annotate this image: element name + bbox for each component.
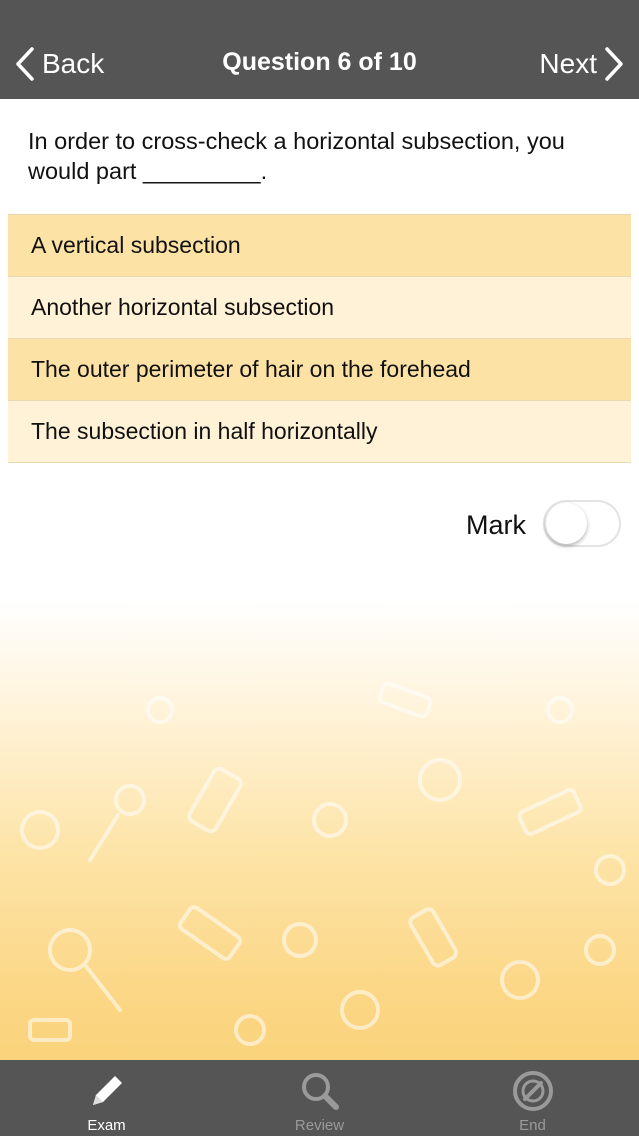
answer-label: The subsection in half horizontally bbox=[31, 418, 378, 444]
next-button[interactable]: Next bbox=[539, 44, 625, 84]
mark-label: Mark bbox=[466, 510, 526, 540]
magnifier-icon bbox=[301, 1073, 339, 1110]
tab-exam[interactable]: Exam bbox=[0, 1060, 213, 1136]
answer-label: The outer perimeter of hair on the foreh… bbox=[31, 356, 471, 382]
next-label: Next bbox=[539, 48, 597, 79]
tab-review[interactable]: Review bbox=[213, 1060, 426, 1136]
question-text: In order to cross-check a horizontal sub… bbox=[28, 128, 565, 184]
tab-label: Review bbox=[294, 1117, 345, 1134]
pencil-icon bbox=[92, 1076, 122, 1105]
answer-label: A vertical subsection bbox=[31, 232, 241, 258]
tab-end[interactable]: End bbox=[426, 1060, 639, 1136]
answer-list: A vertical subsection Another horizontal… bbox=[8, 214, 631, 463]
tab-label: Exam bbox=[87, 1117, 126, 1134]
beauty-tools-pattern bbox=[20, 681, 626, 1046]
end-icon bbox=[512, 1071, 553, 1111]
chevron-right-icon bbox=[605, 47, 623, 81]
answer-option[interactable]: Another horizontal subsection bbox=[8, 277, 631, 339]
answer-option[interactable]: The outer perimeter of hair on the foreh… bbox=[8, 339, 631, 401]
answer-option[interactable]: A vertical subsection bbox=[8, 215, 631, 277]
toggle-knob bbox=[546, 503, 587, 544]
navigation-bar: Back Question 6 of 10 Next bbox=[0, 0, 639, 99]
tab-label: End bbox=[519, 1117, 546, 1134]
tab-bar: Exam Review End bbox=[0, 1060, 639, 1136]
mark-toggle[interactable] bbox=[543, 500, 621, 547]
answer-option[interactable]: The subsection in half horizontally bbox=[8, 401, 631, 463]
answer-label: Another horizontal subsection bbox=[31, 294, 335, 320]
